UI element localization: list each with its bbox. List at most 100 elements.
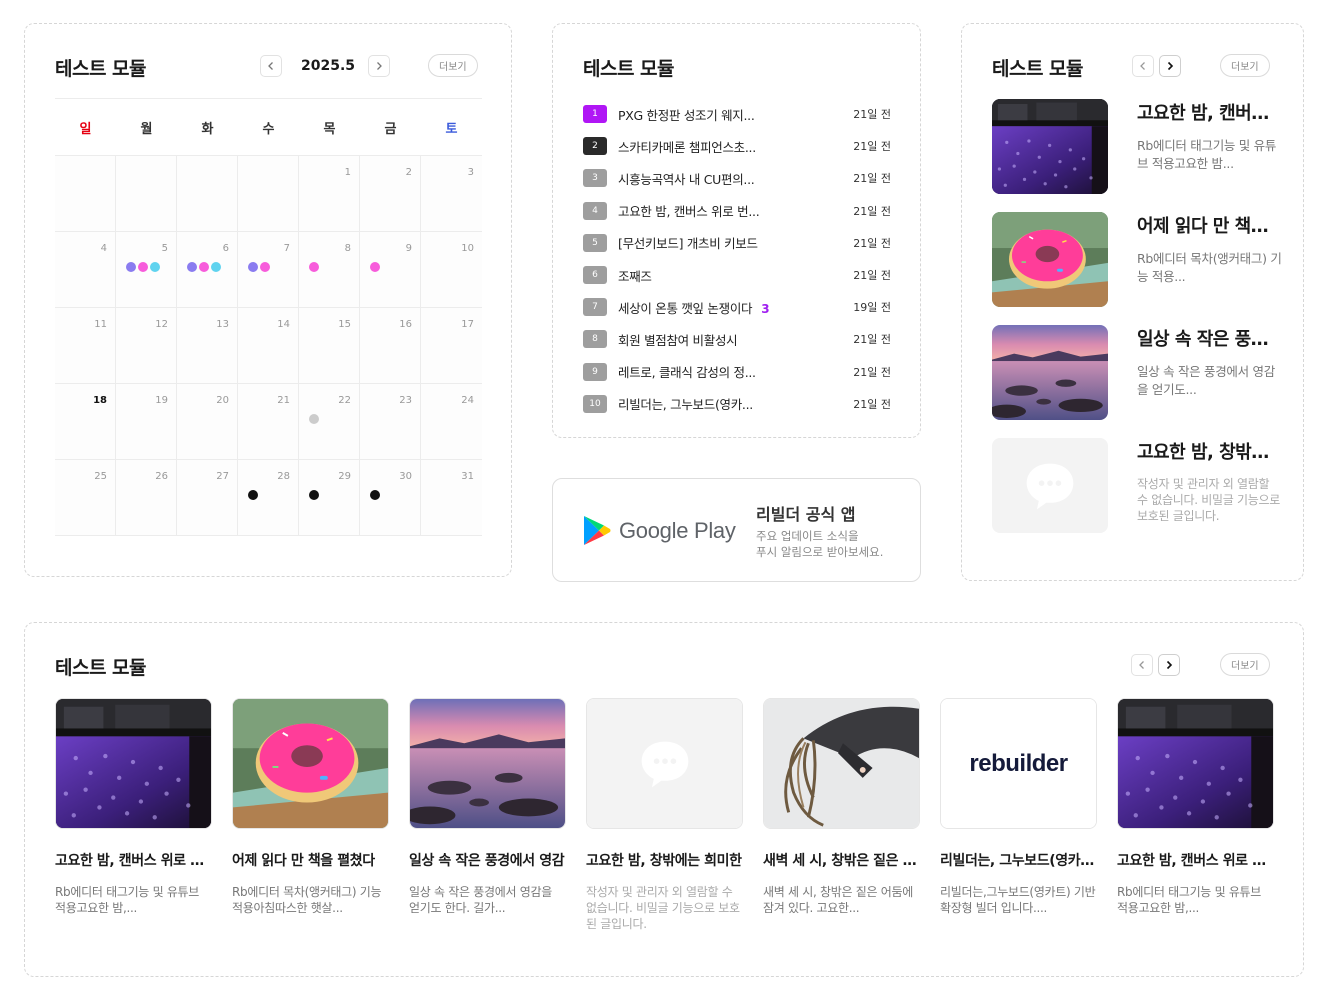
side-next-button[interactable] (1159, 55, 1181, 77)
ranking-item-title[interactable]: 레트로, 클래식 감성의 정... (618, 362, 818, 381)
calendar-day-cell[interactable]: 16 (360, 308, 421, 383)
ranking-item-title[interactable]: 회원 별점참여 비활성시 (618, 330, 818, 349)
calendar-day-cell[interactable]: 8 (299, 232, 360, 307)
calendar-day-cell[interactable]: 6 (177, 232, 238, 307)
calendar-day-cell[interactable]: 26 (116, 460, 177, 535)
gallery-card[interactable]: 고요한 밤, 캔버스 위로 번지는 Rb에디터 태그기능 및 유튜브 적용고요한… (55, 698, 212, 916)
side-post-thumbnail[interactable] (992, 325, 1108, 420)
ranking-item-title[interactable]: 조째즈 (618, 266, 818, 285)
calendar-day-cell[interactable]: 20 (177, 384, 238, 459)
event-dot[interactable] (126, 262, 136, 272)
side-post-title[interactable]: 고요한 밤, 캔버스 위로 번지는 (1137, 99, 1282, 125)
event-dot[interactable] (370, 262, 380, 272)
ranking-list-item[interactable]: 2 스카티카메론 챔피언스초... 21일 전 (583, 130, 891, 162)
gallery-card[interactable]: 고요한 밤, 캔버스 위로 번지는 Rb에디터 태그기능 및 유튜브 적용고요한… (1117, 698, 1274, 916)
ranking-list-item[interactable]: 10 리빌더는, 그누보드(영카... 21일 전 (583, 388, 891, 420)
calendar-day-cell[interactable]: 9 (360, 232, 421, 307)
event-dot[interactable] (370, 490, 380, 500)
calendar-day-cell[interactable]: 15 (299, 308, 360, 383)
side-post-item[interactable]: 고요한 밤, 캔버스 위로 번지는 Rb에디터 태그기능 및 유튜브 적용고요한… (992, 99, 1282, 194)
event-dot[interactable] (309, 414, 319, 424)
calendar-day-cell[interactable]: 7 (238, 232, 299, 307)
prev-month-button[interactable] (260, 55, 282, 77)
gallery-card-title[interactable]: 리빌더는, 그누보드(영카트) (940, 850, 1097, 870)
ranking-list-item[interactable]: 7 세상이 온통 깻잎 논쟁이다 3 19일 전 (583, 291, 891, 323)
gallery-card-title[interactable]: 일상 속 작은 풍경에서 영감 (409, 850, 566, 870)
event-dot[interactable] (138, 262, 148, 272)
calendar-day-cell[interactable]: 17 (421, 308, 482, 383)
gallery-more-button[interactable]: 더보기 (1220, 653, 1270, 676)
gallery-card-thumbnail[interactable] (1117, 698, 1274, 829)
ranking-item-title[interactable]: 시흥능곡역사 내 CU편의... (618, 169, 818, 188)
calendar-day-cell[interactable]: 4 (55, 232, 116, 307)
side-post-item[interactable]: 일상 속 작은 풍경에서 일상 속 작은 풍경에서 영감을 얻기도... (992, 325, 1282, 420)
event-dot[interactable] (248, 262, 258, 272)
gallery-card-thumbnail[interactable] (55, 698, 212, 829)
event-dot[interactable] (150, 262, 160, 272)
side-post-thumbnail[interactable] (992, 99, 1108, 194)
calendar-day-cell[interactable]: 19 (116, 384, 177, 459)
ranking-list-item[interactable]: 1 PXG 한정판 성조기 웨지... 21일 전 (583, 98, 891, 130)
calendar-day-cell[interactable]: 13 (177, 308, 238, 383)
calendar-day-cell[interactable]: 27 (177, 460, 238, 535)
event-dot[interactable] (248, 490, 258, 500)
gallery-next-button[interactable] (1158, 654, 1180, 676)
calendar-day-cell[interactable]: 3 (421, 156, 482, 231)
side-post-thumbnail[interactable] (992, 438, 1108, 533)
calendar-day-cell[interactable]: 14 (238, 308, 299, 383)
event-dot[interactable] (260, 262, 270, 272)
side-post-title[interactable]: 일상 속 작은 풍경에서 (1137, 325, 1282, 351)
event-dot[interactable] (211, 262, 221, 272)
gallery-card[interactable]: 일상 속 작은 풍경에서 영감 일상 속 작은 풍경에서 영감을 얻기도 한다.… (409, 698, 566, 916)
event-dot[interactable] (187, 262, 197, 272)
calendar-more-button[interactable]: 더보기 (428, 54, 478, 77)
calendar-day-cell[interactable]: 12 (116, 308, 177, 383)
calendar-day-cell[interactable]: 10 (421, 232, 482, 307)
side-more-button[interactable]: 더보기 (1220, 54, 1270, 77)
calendar-day-cell[interactable]: 11 (55, 308, 116, 383)
calendar-day-cell[interactable]: 25 (55, 460, 116, 535)
ranking-item-title[interactable]: 리빌더는, 그누보드(영카... (618, 394, 818, 413)
gallery-card[interactable]: 어제 읽다 만 책을 펼쳤다 Rb에디터 목차(앵커태그) 기능 적용아침따스한… (232, 698, 389, 916)
gallery-card-title[interactable]: 고요한 밤, 캔버스 위로 번지는 (1117, 850, 1274, 870)
calendar-day-cell[interactable]: 18 (55, 384, 116, 459)
side-prev-button[interactable] (1132, 55, 1154, 77)
gallery-card-thumbnail[interactable]: rebuilder (940, 698, 1097, 829)
calendar-day-cell[interactable]: 28 (238, 460, 299, 535)
side-post-item[interactable]: 고요한 밤, 창밖에는 희미한 작성자 및 관리자 외 열람할 수 없습니다. … (992, 438, 1282, 533)
ranking-list-item[interactable]: 6 조째즈 21일 전 (583, 259, 891, 291)
ranking-item-title[interactable]: 스카티카메론 챔피언스초... (618, 137, 818, 156)
event-dot[interactable] (309, 262, 319, 272)
ranking-item-title[interactable]: 세상이 온통 깻잎 논쟁이다 3 (618, 298, 818, 317)
gallery-card-thumbnail[interactable] (586, 698, 743, 829)
event-dot[interactable] (199, 262, 209, 272)
ranking-list-item[interactable]: 8 회원 별점참여 비활성시 21일 전 (583, 323, 891, 355)
ranking-list-item[interactable]: 3 시흥능곡역사 내 CU편의... 21일 전 (583, 162, 891, 194)
gallery-card[interactable]: 새벽 세 시, 창밖은 짙은 어둠 새벽 세 시, 창밖은 짙은 어둠에 잠겨 … (763, 698, 920, 916)
gallery-card[interactable]: rebuilder 리빌더는, 그누보드(영카트) 리빌더는,그누보드(영카트)… (940, 698, 1097, 916)
gallery-card[interactable]: 고요한 밤, 창밖에는 희미한 작성자 및 관리자 외 열람할 수 없습니다. … (586, 698, 743, 932)
gallery-card-title[interactable]: 고요한 밤, 창밖에는 희미한 (586, 850, 743, 870)
event-dot[interactable] (309, 490, 319, 500)
gallery-prev-button[interactable] (1131, 654, 1153, 676)
calendar-day-cell[interactable]: 2 (360, 156, 421, 231)
calendar-day-cell[interactable]: 29 (299, 460, 360, 535)
gallery-card-title[interactable]: 고요한 밤, 캔버스 위로 번지는 (55, 850, 212, 870)
ranking-list-item[interactable]: 5 [무선키보드] 개츠비 키보드 21일 전 (583, 227, 891, 259)
gallery-card-thumbnail[interactable] (232, 698, 389, 829)
side-post-thumbnail[interactable] (992, 212, 1108, 307)
gallery-card-title[interactable]: 새벽 세 시, 창밖은 짙은 어둠 (763, 850, 920, 870)
gallery-card-title[interactable]: 어제 읽다 만 책을 펼쳤다 (232, 850, 389, 870)
calendar-day-cell[interactable]: 22 (299, 384, 360, 459)
calendar-day-cell[interactable]: 21 (238, 384, 299, 459)
calendar-day-cell[interactable]: 1 (299, 156, 360, 231)
ranking-item-title[interactable]: 고요한 밤, 캔버스 위로 번... (618, 201, 818, 220)
calendar-day-cell[interactable]: 5 (116, 232, 177, 307)
calendar-day-cell[interactable]: 31 (421, 460, 482, 535)
ranking-item-title[interactable]: [무선키보드] 개츠비 키보드 (618, 233, 818, 252)
gallery-card-thumbnail[interactable] (409, 698, 566, 829)
next-month-button[interactable] (368, 55, 390, 77)
ranking-list-item[interactable]: 9 레트로, 클래식 감성의 정... 21일 전 (583, 356, 891, 388)
calendar-day-cell[interactable]: 30 (360, 460, 421, 535)
side-post-title[interactable]: 고요한 밤, 창밖에는 희미한 (1137, 438, 1282, 464)
